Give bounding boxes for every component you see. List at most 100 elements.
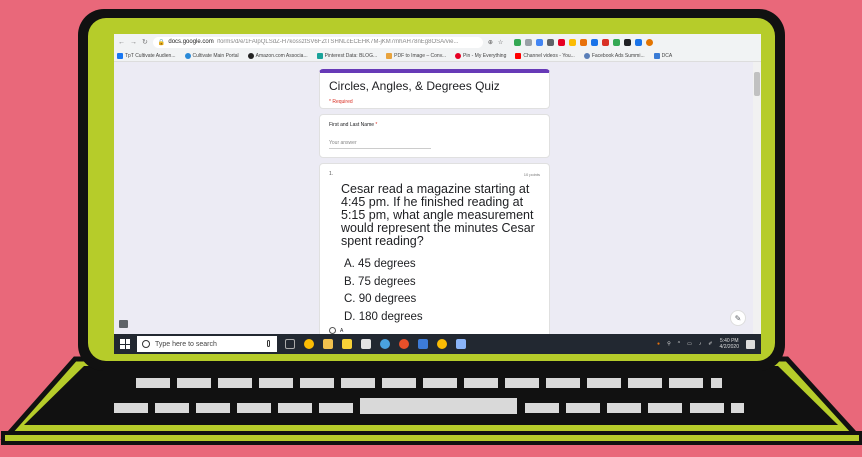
app-icon[interactable] <box>418 339 428 349</box>
bookmark-favicon <box>455 52 462 59</box>
radio-label: A <box>340 327 344 334</box>
back-icon[interactable]: ← <box>118 39 125 46</box>
chevron-up-icon[interactable]: ^ <box>678 341 680 347</box>
option-text: A. 45 degrees <box>344 258 416 270</box>
extension-icon[interactable] <box>624 38 632 46</box>
address-bar[interactable]: 🔒 docs.google.com /forms/d/e/1FAIpQLSdZ-… <box>152 36 483 48</box>
star-icon[interactable]: ☆ <box>498 39 503 46</box>
key <box>177 378 211 388</box>
form-header-card: Circles, Angles, & Degrees Quiz * Requir… <box>319 69 550 109</box>
extension-icon[interactable] <box>580 38 588 46</box>
profile-avatar[interactable] <box>646 38 654 46</box>
scrollbar-thumb[interactable] <box>754 72 760 96</box>
name-input[interactable]: Your answer <box>329 140 431 149</box>
pen-icon[interactable]: ✐ <box>708 341 712 347</box>
extension-icon[interactable] <box>613 38 621 46</box>
key <box>423 378 457 388</box>
task-view-icon[interactable] <box>285 339 295 349</box>
key <box>259 378 293 388</box>
extension-icon[interactable] <box>547 38 555 46</box>
taskbar-search[interactable]: Type here to search <box>137 336 277 352</box>
file-explorer-icon[interactable] <box>323 339 333 349</box>
question-points: 10 points <box>523 172 540 177</box>
sticky-notes-icon[interactable] <box>342 339 352 349</box>
volume-icon[interactable]: ♪ <box>699 341 702 347</box>
bookmark-favicon <box>386 52 393 59</box>
form-column: Circles, Angles, & Degrees Quiz * Requir… <box>319 69 550 348</box>
required-note: * Required <box>329 99 353 105</box>
chrome-icon[interactable] <box>437 339 447 349</box>
clock-date: 4/2/2020 <box>719 344 739 350</box>
notification-icon[interactable] <box>746 339 755 349</box>
bookmark-item[interactable]: Facebook Ads Summi... <box>583 52 645 59</box>
key <box>690 403 724 413</box>
reload-icon[interactable]: ↻ <box>142 38 148 46</box>
clock[interactable]: 5:40 PM 4/2/2020 <box>720 338 739 350</box>
bookmark-item[interactable]: Pinterest Data: BLOG... <box>316 52 377 59</box>
key <box>711 378 722 388</box>
search-placeholder: Type here to search <box>155 340 217 348</box>
key <box>566 403 600 413</box>
bookmark-item[interactable]: PDF to Image – Conv... <box>386 52 446 59</box>
bookmark-favicon <box>316 52 323 59</box>
key <box>648 403 682 413</box>
extension-icon[interactable] <box>591 38 599 46</box>
key <box>464 378 498 388</box>
key <box>587 378 621 388</box>
radio-button[interactable] <box>329 327 336 334</box>
extension-icon[interactable] <box>558 38 566 46</box>
bookmark-item[interactable]: Cultivate Main Portal <box>184 52 239 59</box>
extension-icon[interactable] <box>635 38 643 46</box>
forward-icon[interactable]: → <box>130 39 137 46</box>
feedback-icon[interactable] <box>119 320 128 328</box>
edit-pencil-icon[interactable]: ✎ <box>730 310 746 326</box>
bookmark-favicon <box>117 52 123 59</box>
question-text: Cesar read a magazine starting at 4:45 p… <box>341 182 535 248</box>
extension-icon[interactable] <box>569 38 577 46</box>
screen: ← → ↻ 🔒 docs.google.com /forms/d/e/1FAIp… <box>114 34 761 354</box>
app-icon[interactable] <box>380 339 390 349</box>
bookmark-favicon <box>515 52 522 59</box>
chrome-icon[interactable] <box>304 339 314 349</box>
bookmark-item[interactable]: DCA <box>653 52 672 59</box>
key <box>525 403 559 413</box>
browser-toolbar: ← → ↻ 🔒 docs.google.com /forms/d/e/1FAIp… <box>114 34 761 50</box>
key <box>237 403 271 413</box>
question-number: 1. <box>329 171 334 177</box>
extension-icon[interactable] <box>525 38 533 46</box>
bookmark-item[interactable]: TpT Cultivate Audien... <box>117 52 176 59</box>
taskbar-apps <box>285 339 466 349</box>
url-host: docs.google.com <box>168 39 214 45</box>
extension-icon[interactable] <box>536 38 544 46</box>
option-text: D. 180 degrees <box>344 310 423 323</box>
photos-icon[interactable] <box>456 339 466 349</box>
microphone-icon[interactable] <box>267 340 270 347</box>
bookmark-item[interactable]: Pin - My Everything <box>455 52 506 59</box>
tray-app-icon[interactable]: ● <box>657 341 660 347</box>
bookmark-favicon <box>583 52 590 59</box>
taskbar: Type here to search ● ⚲ ^ ▭ ♪ ✐ 5:40 PM … <box>114 334 761 354</box>
windows-start-icon[interactable] <box>120 339 130 349</box>
question-card: 1. 10 points Cesar read a magazine start… <box>319 163 550 343</box>
key <box>546 378 580 388</box>
network-icon[interactable]: ▭ <box>687 341 692 347</box>
system-tray: ● ⚲ ^ ▭ ♪ ✐ 5:40 PM 4/2/2020 <box>657 338 761 350</box>
key <box>196 403 230 413</box>
radio-option[interactable]: A <box>329 327 540 334</box>
zoom-icon[interactable]: ⊕ <box>488 39 493 46</box>
cortana-icon <box>142 340 150 348</box>
key <box>136 378 170 388</box>
bookmark-item[interactable]: Channel videos - You... <box>515 52 575 59</box>
key <box>218 378 252 388</box>
scrollbar[interactable] <box>753 62 761 334</box>
bookmark-item[interactable]: Amazon.com Associa... <box>247 52 308 59</box>
people-icon[interactable]: ⚲ <box>667 341 671 347</box>
key <box>114 403 148 413</box>
bookmark-favicon <box>653 52 660 59</box>
extension-icon[interactable] <box>602 38 610 46</box>
calculator-icon[interactable] <box>361 339 371 349</box>
app-icon[interactable] <box>399 339 409 349</box>
bookmark-favicon <box>247 52 254 59</box>
extension-icon[interactable] <box>514 38 522 46</box>
name-label-text: First and Last Name <box>329 122 375 128</box>
